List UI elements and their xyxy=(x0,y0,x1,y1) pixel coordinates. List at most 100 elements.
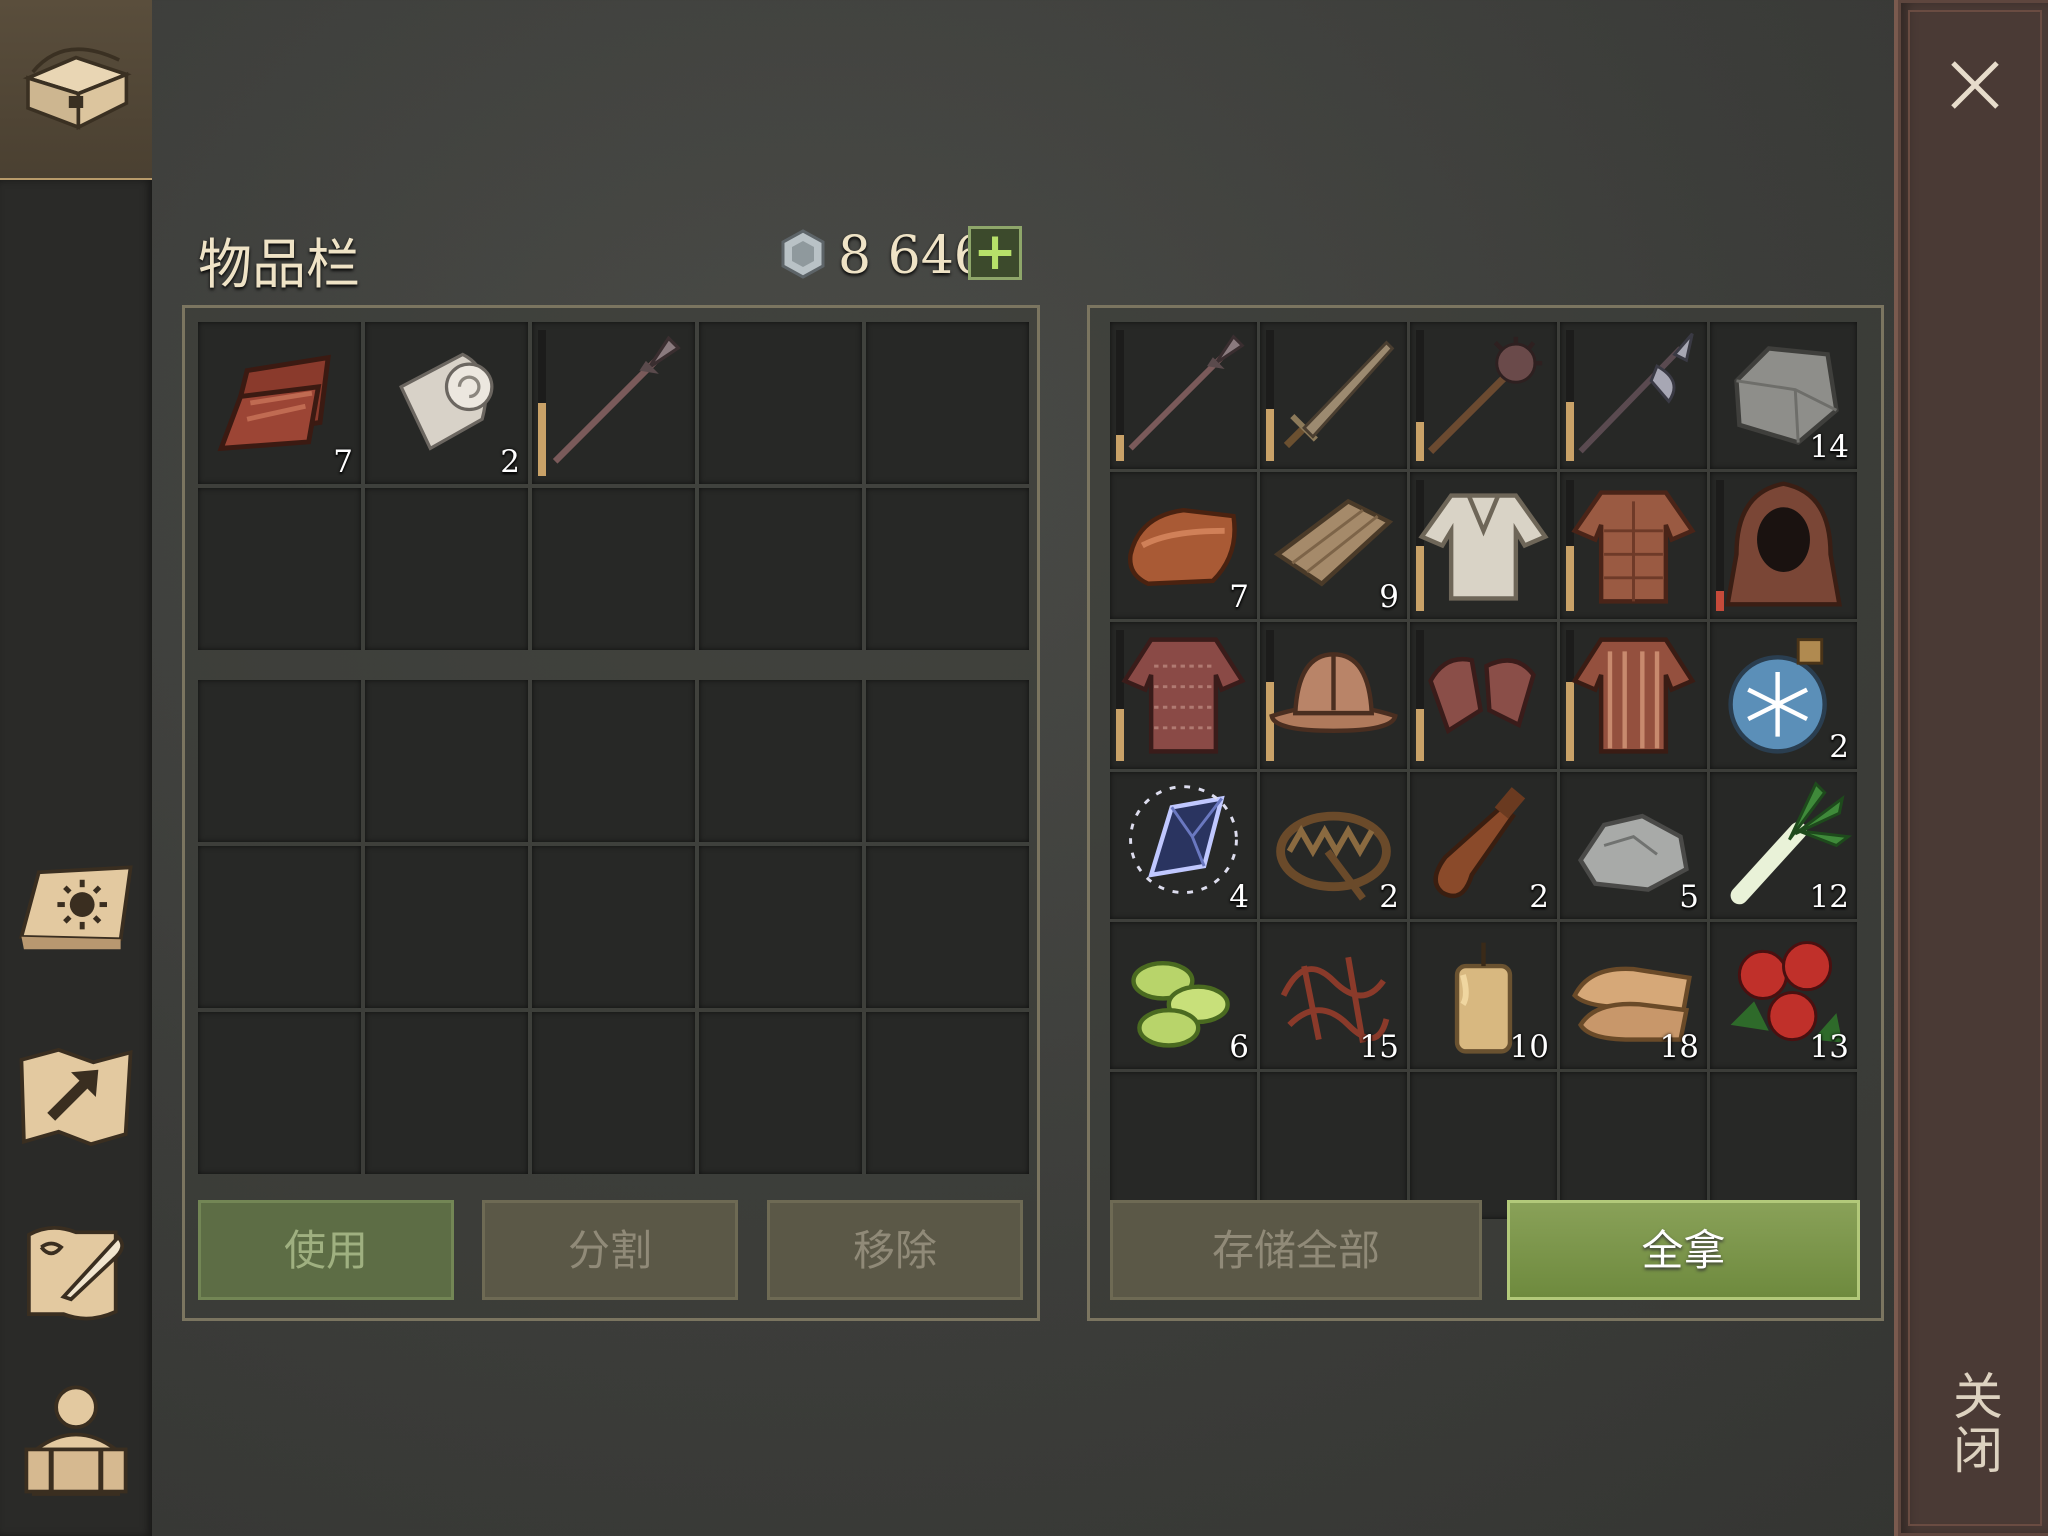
inventory-slot[interactable] xyxy=(365,680,528,842)
inventory-slot[interactable] xyxy=(866,680,1029,842)
inventory-slot[interactable] xyxy=(365,488,528,650)
inventory-slot[interactable]: 2 xyxy=(1710,622,1857,769)
inventory-slot[interactable] xyxy=(198,1012,361,1174)
linen-shirt-icon xyxy=(1418,493,1549,601)
quill-scroll-icon xyxy=(27,1226,124,1321)
inventory-slot[interactable]: 13 xyxy=(1710,922,1857,1069)
inventory-slot[interactable]: 5 xyxy=(1560,772,1707,919)
inventory-slot[interactable] xyxy=(1260,622,1407,769)
remove-button[interactable]: 移除 xyxy=(767,1200,1023,1300)
inventory-slot[interactable] xyxy=(532,488,695,650)
close-button[interactable] xyxy=(1935,45,2015,125)
inventory-slot[interactable] xyxy=(532,680,695,842)
item-count: 4 xyxy=(1229,879,1249,915)
split-button[interactable]: 分割 xyxy=(482,1200,738,1300)
inventory-slot[interactable]: 7 xyxy=(1110,472,1257,619)
currency-amount: 8 646 xyxy=(838,226,987,286)
gambeson-icon xyxy=(1571,490,1696,604)
inventory-slot[interactable]: 18 xyxy=(1560,922,1707,1069)
inventory-slot[interactable]: 15 xyxy=(1260,922,1407,1069)
store-all-button[interactable]: 存储全部 xyxy=(1110,1200,1482,1300)
inventory-slot[interactable] xyxy=(866,1012,1029,1174)
inventory-slot[interactable] xyxy=(866,322,1029,484)
inventory-slot[interactable]: 9 xyxy=(1260,472,1407,619)
close-panel[interactable] xyxy=(1894,0,2048,1536)
inventory-slot[interactable] xyxy=(1110,622,1257,769)
inventory-slot[interactable] xyxy=(1410,1072,1557,1219)
inventory-slot[interactable] xyxy=(198,680,361,842)
inventory-slot[interactable]: 6 xyxy=(1110,922,1257,1069)
inventory-slot[interactable]: 10 xyxy=(1410,922,1557,1069)
inventory-slot[interactable] xyxy=(198,488,361,650)
item-count: 2 xyxy=(1829,729,1849,765)
inventory-slot[interactable] xyxy=(1710,1072,1857,1219)
item-count: 6 xyxy=(1229,1029,1249,1065)
take-all-button[interactable]: 全拿 xyxy=(1507,1200,1860,1300)
inventory-slot[interactable] xyxy=(1110,1072,1257,1219)
spear-icon xyxy=(1128,334,1245,451)
inventory-slot[interactable] xyxy=(699,488,862,650)
chest-icon xyxy=(22,47,132,131)
tab-chest[interactable] xyxy=(0,0,152,181)
inventory-slot[interactable] xyxy=(866,488,1029,650)
chain-gloves-icon xyxy=(1428,657,1536,735)
item-count: 5 xyxy=(1679,879,1699,915)
inventory-slot[interactable] xyxy=(1410,622,1557,769)
halberd-icon xyxy=(1578,332,1694,454)
backpack-icon xyxy=(24,1385,128,1496)
inventory-slot[interactable]: 12 xyxy=(1710,772,1857,919)
add-currency-button[interactable]: + xyxy=(968,226,1022,280)
item-count: 9 xyxy=(1379,579,1399,615)
map-button[interactable] xyxy=(14,1035,138,1159)
kettle-helmet-icon xyxy=(1269,652,1398,733)
character-button[interactable] xyxy=(14,1375,138,1499)
quest-button[interactable] xyxy=(14,1210,138,1334)
inventory-slot[interactable] xyxy=(1560,622,1707,769)
inventory-slot[interactable]: 14 xyxy=(1710,322,1857,469)
inventory-slot[interactable] xyxy=(1260,322,1407,469)
chest-grid: 14 7 9 2 4 2 2 5 12 6 15 10 18 13 xyxy=(1110,322,1857,1219)
inventory-slot[interactable] xyxy=(198,846,361,1008)
inventory-slot[interactable] xyxy=(365,846,528,1008)
item-count: 18 xyxy=(1659,1029,1699,1065)
inventory-slot[interactable] xyxy=(699,1012,862,1174)
hood-icon xyxy=(1725,481,1842,607)
close-label[interactable]: 关闭 xyxy=(1940,1370,2010,1490)
journal-button[interactable] xyxy=(14,850,138,974)
sidebar xyxy=(0,180,152,1536)
inventory-slot[interactable]: 7 xyxy=(198,322,361,484)
item-count: 2 xyxy=(500,444,520,480)
inventory-slot[interactable] xyxy=(1410,322,1557,469)
inventory-slot[interactable] xyxy=(532,846,695,1008)
inventory-slot[interactable] xyxy=(1560,472,1707,619)
inventory-slot[interactable] xyxy=(1410,472,1557,619)
inventory-slot[interactable]: 2 xyxy=(1260,772,1407,919)
inventory-slot[interactable] xyxy=(699,322,862,484)
sword-icon xyxy=(1283,340,1395,449)
inventory-slot[interactable] xyxy=(699,680,862,842)
item-count: 13 xyxy=(1809,1029,1849,1065)
item-count: 2 xyxy=(1379,879,1399,915)
inventory-slot[interactable] xyxy=(1260,1072,1407,1219)
inventory-slot[interactable]: 4 xyxy=(1110,772,1257,919)
inventory-slot[interactable] xyxy=(1560,1072,1707,1219)
inventory-slot[interactable] xyxy=(1710,472,1857,619)
inventory-slot[interactable] xyxy=(532,322,695,484)
inventory-slot[interactable] xyxy=(365,1012,528,1174)
inventory-slot[interactable]: 2 xyxy=(365,322,528,484)
use-button[interactable]: 使用 xyxy=(198,1200,454,1300)
close-icon xyxy=(1951,61,1999,109)
inventory-slot[interactable] xyxy=(532,1012,695,1174)
inventory-slot[interactable] xyxy=(866,846,1029,1008)
inventory-slot[interactable] xyxy=(1560,322,1707,469)
item-count: 10 xyxy=(1509,1029,1549,1065)
chainmail-icon xyxy=(1121,637,1246,754)
player-grid-top: 72 xyxy=(198,322,1029,650)
inventory-slot[interactable] xyxy=(1110,322,1257,469)
player-grid-bottom xyxy=(198,680,1029,1174)
map-icon xyxy=(19,1047,133,1147)
item-count: 14 xyxy=(1809,429,1849,465)
inventory-slot[interactable] xyxy=(699,846,862,1008)
inventory-slot[interactable]: 2 xyxy=(1410,772,1557,919)
coin-icon xyxy=(781,229,825,279)
